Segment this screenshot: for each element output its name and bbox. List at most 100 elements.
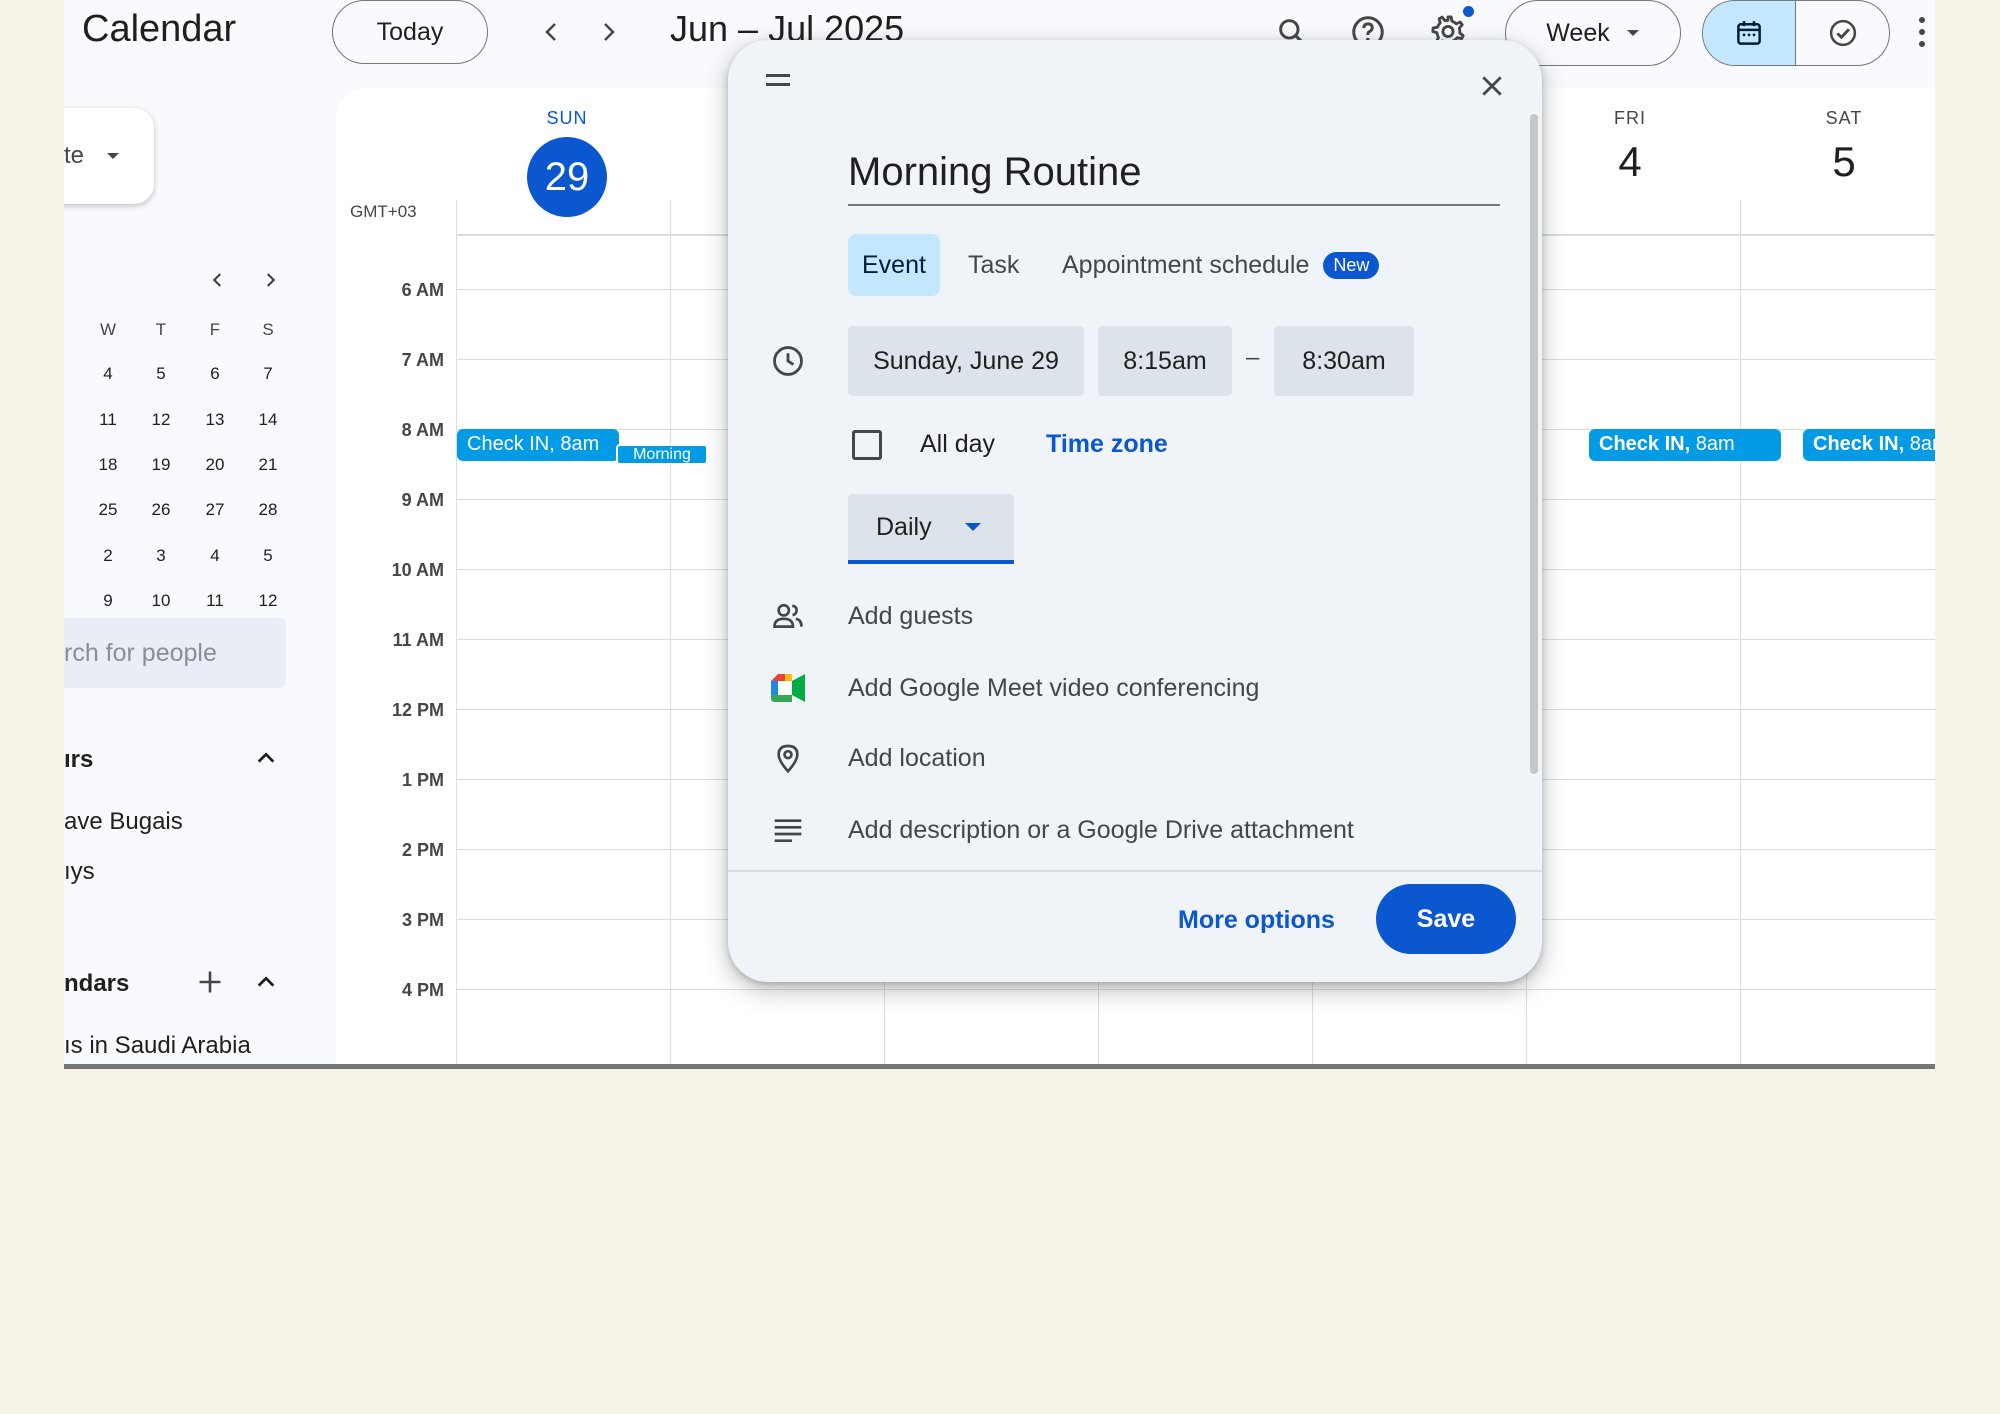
chevron-up-icon xyxy=(257,976,275,987)
hour-label: 8 AM xyxy=(401,420,444,440)
mini-calendar-day[interactable]: 25 xyxy=(88,500,128,520)
collapse-other-calendars-button[interactable] xyxy=(246,962,286,1002)
search-people-input[interactable]: rch for people xyxy=(64,618,286,688)
mini-calendar-day[interactable]: 18 xyxy=(88,455,128,475)
all-day-label: All day xyxy=(920,430,996,458)
mini-calendar-day[interactable]: 21 xyxy=(248,455,288,475)
add-guests-field[interactable]: Add guests xyxy=(848,602,973,631)
add-meet-conferencing-button[interactable]: Add Google Meet video conferencing xyxy=(848,674,1259,703)
repeat-value: Daily xyxy=(876,512,932,541)
mini-calendar-day[interactable]: 3 xyxy=(141,546,181,566)
today-button[interactable]: Today xyxy=(332,0,488,64)
more-options-button[interactable]: More options xyxy=(1178,906,1335,935)
chevron-right-icon xyxy=(604,23,615,41)
other-calendar-item[interactable]: ıs in Saudi Arabia xyxy=(64,1032,251,1060)
mini-calendar-day[interactable]: 14 xyxy=(248,410,288,430)
dialog-scrollbar[interactable] xyxy=(1530,114,1538,774)
hour-label: 12 PM xyxy=(391,700,444,720)
day-column-divider xyxy=(1740,200,1741,1069)
mini-calendar-day[interactable]: 12 xyxy=(248,591,288,611)
day-column-divider xyxy=(456,200,457,1069)
tasks-view-button[interactable] xyxy=(1796,1,1889,65)
hour-label: 2 PM xyxy=(401,840,444,860)
collapse-my-calendars-button[interactable] xyxy=(246,738,286,778)
add-location-field[interactable]: Add location xyxy=(848,744,986,773)
hour-label: 6 AM xyxy=(401,280,444,300)
google-meet-icon xyxy=(768,668,808,708)
mini-calendar-day[interactable]: 20 xyxy=(195,455,235,475)
repeat-select[interactable]: Daily xyxy=(848,494,1014,564)
event-title-input[interactable]: Morning Routine xyxy=(848,150,1500,206)
mini-calendar-day[interactable]: 27 xyxy=(195,500,235,520)
day-header-fri[interactable]: FRI 4 xyxy=(1523,108,1737,183)
chevron-right-icon xyxy=(266,273,276,287)
more-menu-button[interactable] xyxy=(1910,10,1934,54)
dialog-drag-handle[interactable] xyxy=(766,74,790,86)
add-description-field[interactable]: Add description or a Google Drive attach… xyxy=(848,816,1354,845)
event-time: 8am xyxy=(560,433,600,455)
day-column-divider xyxy=(670,200,671,1069)
mini-calendar-day[interactable]: 11 xyxy=(195,591,235,611)
my-calendars-heading[interactable]: ırs xyxy=(64,746,93,774)
close-dialog-button[interactable] xyxy=(1470,64,1514,108)
location-pin-icon xyxy=(768,738,808,778)
window-bottom-border xyxy=(64,1064,1935,1069)
mini-calendar-day[interactable]: 5 xyxy=(248,546,288,566)
add-other-calendar-button[interactable] xyxy=(190,962,230,1002)
mini-calendar-day[interactable]: 28 xyxy=(248,500,288,520)
time-zone-link[interactable]: Time zone xyxy=(1046,430,1168,459)
people-icon xyxy=(768,596,808,636)
tab-event[interactable]: Event xyxy=(848,234,940,296)
mini-calendar-day[interactable]: 12 xyxy=(141,410,181,430)
previous-week-button[interactable] xyxy=(530,10,574,54)
mini-calendar-day[interactable]: 13 xyxy=(195,410,235,430)
start-time-picker[interactable]: 8:15am xyxy=(1098,326,1232,396)
tab-task[interactable]: Task xyxy=(968,234,1019,296)
my-calendar-item[interactable]: ıys xyxy=(64,858,95,886)
day-number[interactable]: 5 xyxy=(1737,141,1935,183)
mini-calendar-day[interactable]: 9 xyxy=(88,591,128,611)
next-week-button[interactable] xyxy=(586,10,630,54)
calendar-view-button[interactable] xyxy=(1703,1,1796,65)
tab-appointment-schedule-label: Appointment schedule xyxy=(1062,250,1310,279)
new-event-drag-chip[interactable]: Morning xyxy=(616,444,708,465)
tab-appointment-schedule[interactable]: Appointment schedule New xyxy=(1062,234,1380,296)
event-chip-fri[interactable]: Check IN, 8am xyxy=(1589,429,1781,461)
mini-calendar-day[interactable]: 6 xyxy=(195,364,235,384)
event-quick-create-dialog: Morning Routine Event Task Appointment s… xyxy=(728,40,1542,982)
dropdown-arrow-icon xyxy=(1626,30,1639,36)
mini-calendar-day[interactable]: 11 xyxy=(88,410,128,430)
mini-calendar-weekday: F xyxy=(209,320,221,339)
my-calendar-item[interactable]: ave Bugais xyxy=(64,808,183,836)
day-header-sun[interactable]: SUN 29 xyxy=(460,108,674,217)
mini-calendar-day[interactable]: 2 xyxy=(88,546,128,566)
event-chip-sun[interactable]: Check IN, 8am xyxy=(457,429,619,461)
dialog-footer-divider xyxy=(728,870,1542,872)
day-number[interactable]: 4 xyxy=(1523,141,1737,183)
mini-calendar-day[interactable]: 4 xyxy=(88,364,128,384)
create-button[interactable]: te xyxy=(64,108,154,204)
view-switcher-label: Week xyxy=(1546,18,1610,47)
mini-calendar-day[interactable]: 5 xyxy=(141,364,181,384)
save-button[interactable]: Save xyxy=(1376,884,1516,954)
clock-icon xyxy=(768,341,808,381)
mini-calendar-prev-button[interactable] xyxy=(200,262,236,298)
mini-calendar-day[interactable]: 4 xyxy=(195,546,235,566)
all-day-checkbox[interactable] xyxy=(852,430,882,460)
other-calendars-heading[interactable]: ndars xyxy=(64,970,129,998)
plus-icon xyxy=(199,971,221,993)
mini-calendar-next-button[interactable] xyxy=(252,262,288,298)
mini-calendar-day[interactable]: 7 xyxy=(248,364,288,384)
hour-label: 10 AM xyxy=(391,560,444,580)
day-number-today[interactable]: 29 xyxy=(527,137,607,217)
mini-calendar-day[interactable]: 10 xyxy=(141,591,181,611)
event-date-picker[interactable]: Sunday, June 29 xyxy=(848,326,1084,396)
end-time-picker[interactable]: 8:30am xyxy=(1274,326,1414,396)
mini-calendar-weekday: S xyxy=(262,320,274,339)
create-label: te xyxy=(64,142,85,169)
event-chip-sat[interactable]: Check IN, 8am xyxy=(1803,429,1935,461)
hour-label: 3 PM xyxy=(401,910,444,930)
mini-calendar-day[interactable]: 19 xyxy=(141,455,181,475)
mini-calendar-day[interactable]: 26 xyxy=(141,500,181,520)
day-header-sat[interactable]: SAT 5 xyxy=(1737,108,1935,183)
